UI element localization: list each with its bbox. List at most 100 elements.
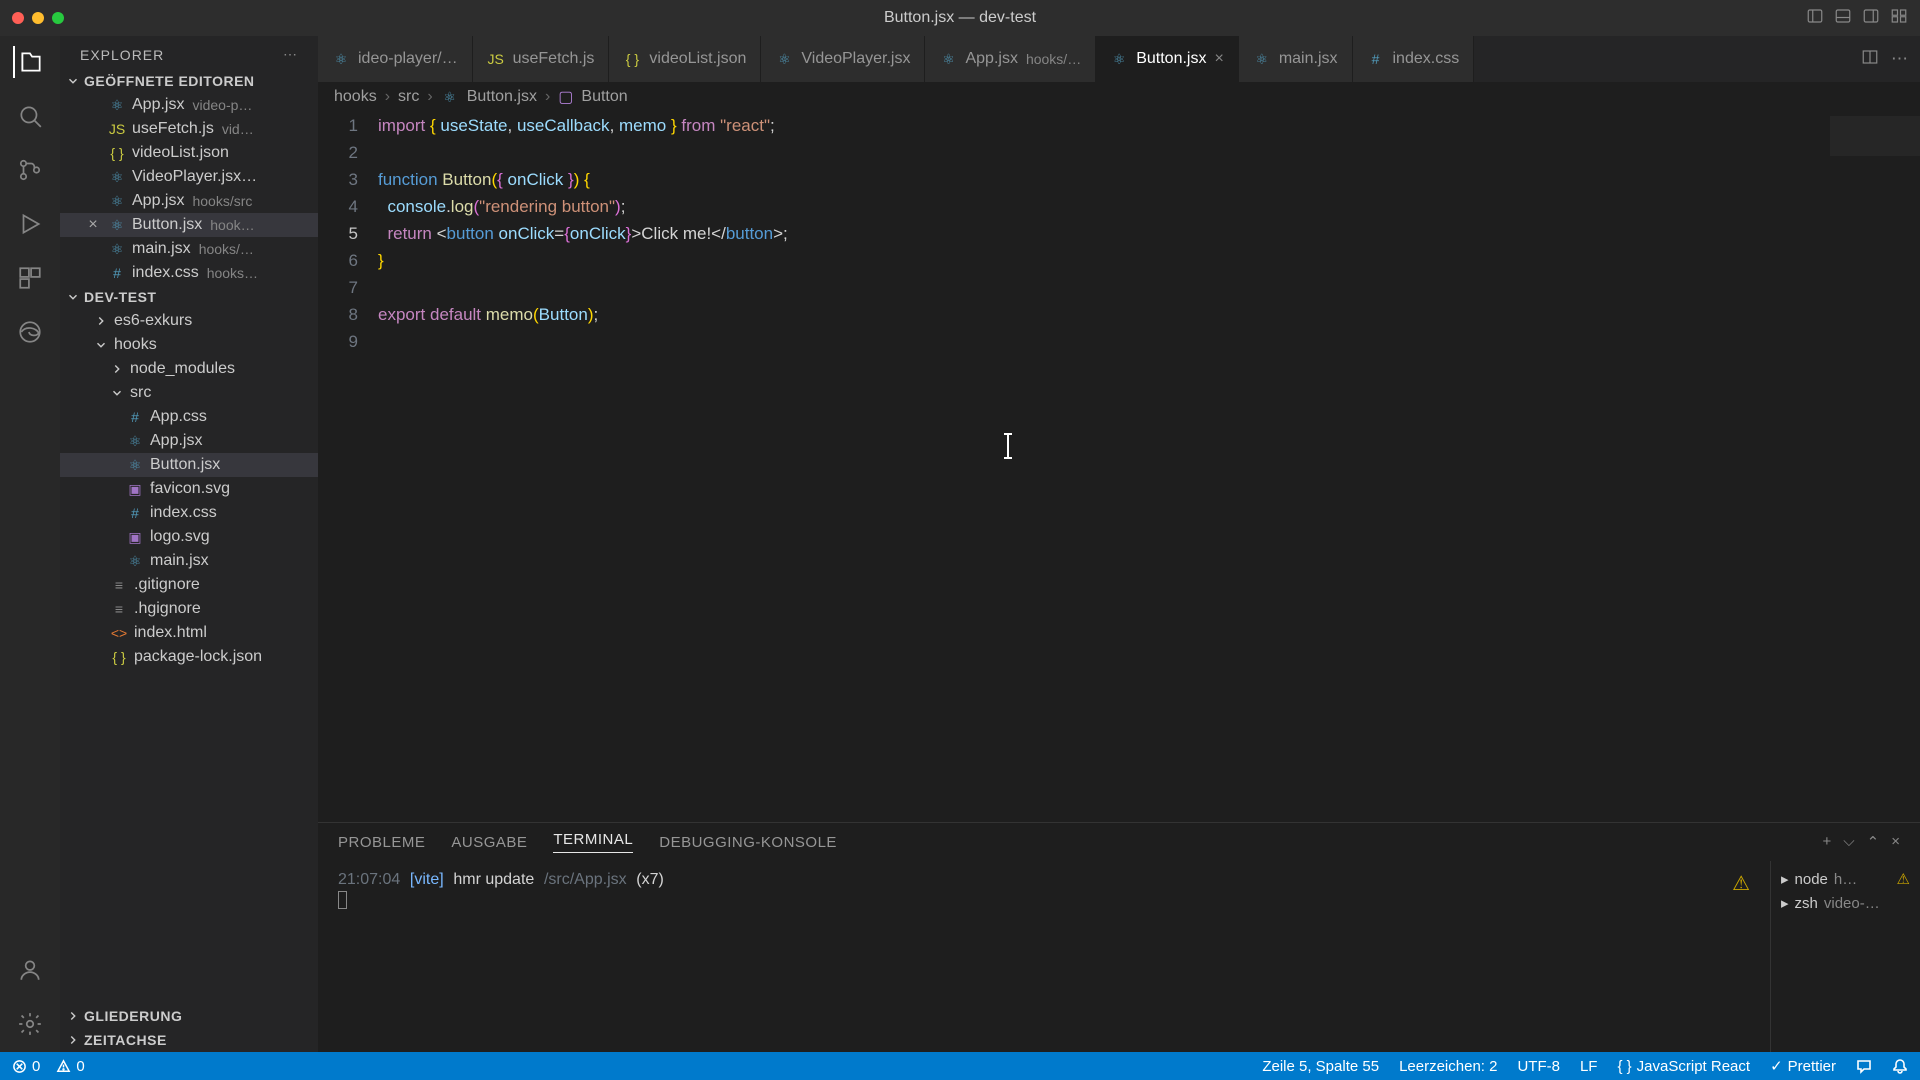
file-item[interactable]: ⚛App.jsx (60, 429, 318, 453)
panel-tab[interactable]: DEBUGGING-KONSOLE (659, 834, 837, 851)
file-item[interactable]: ▣favicon.svg (60, 477, 318, 501)
window-controls (12, 12, 64, 24)
status-cursor-pos[interactable]: Zeile 5, Spalte 55 (1262, 1058, 1379, 1075)
status-eol[interactable]: LF (1580, 1058, 1598, 1075)
layout-grid-icon[interactable] (1890, 7, 1908, 30)
open-editor-item[interactable]: ×⚛Button.jsxhook… (60, 213, 318, 237)
react-icon: ⚛ (1253, 51, 1271, 68)
file-item[interactable]: ⚛Button.jsx (60, 453, 318, 477)
edge-icon[interactable] (14, 316, 46, 348)
open-editor-item[interactable]: { }videoList.json (60, 141, 318, 165)
status-warnings[interactable]: 0 (56, 1058, 84, 1075)
status-indent[interactable]: Leerzeichen: 2 (1399, 1058, 1497, 1075)
file-item[interactable]: ≡.hgignore (60, 597, 318, 621)
timeline-header[interactable]: ZEITACHSE (60, 1028, 318, 1052)
react-icon: ⚛ (441, 89, 459, 106)
split-editor-icon[interactable] (1861, 48, 1879, 71)
open-editor-item[interactable]: #index.csshooks… (60, 261, 318, 285)
more-icon[interactable]: ⋯ (1891, 49, 1908, 69)
file-item[interactable]: ▣logo.svg (60, 525, 318, 549)
status-encoding[interactable]: UTF-8 (1517, 1058, 1560, 1075)
file-item[interactable]: #index.css (60, 501, 318, 525)
close-icon[interactable]: × (84, 216, 102, 234)
search-icon[interactable] (14, 100, 46, 132)
panel-tab[interactable]: TERMINAL (553, 831, 633, 853)
outline-header[interactable]: GLIEDERUNG (60, 1004, 318, 1028)
txt-icon: ≡ (110, 577, 128, 593)
file-item[interactable]: <>index.html (60, 621, 318, 645)
chevron-down-icon (110, 386, 124, 400)
code-editor[interactable]: 123456789 import { useState, useCallback… (318, 112, 1920, 822)
account-icon[interactable] (14, 954, 46, 986)
file-item[interactable]: ≡.gitignore (60, 573, 318, 597)
chevron-right-icon (110, 362, 124, 376)
layout-left-icon[interactable] (1806, 7, 1824, 30)
minimize-window-button[interactable] (32, 12, 44, 24)
editor-tab[interactable]: ⚛App.jsxhooks/… (925, 36, 1096, 82)
react-icon: ⚛ (126, 553, 144, 570)
editor-tab[interactable]: #index.css (1353, 36, 1475, 82)
file-item[interactable]: { }package-lock.json (60, 645, 318, 669)
editor-tab[interactable]: ⚛ideo-player/… (318, 36, 473, 82)
folder-item[interactable]: es6-exkurs (60, 309, 318, 333)
editor-tab[interactable]: ⚛Button.jsx× (1096, 36, 1239, 82)
breadcrumb[interactable]: hooks› src› ⚛ Button.jsx› ▢ Button (318, 82, 1920, 112)
warning-icon[interactable]: ⚠ (1732, 861, 1750, 896)
editor-tab[interactable]: ⚛main.jsx (1239, 36, 1353, 82)
react-icon: ⚛ (108, 97, 126, 114)
explorer-title: EXPLORER (80, 47, 164, 63)
bell-icon[interactable] (1892, 1058, 1908, 1074)
explorer-icon[interactable] (13, 46, 45, 78)
panel-tab[interactable]: PROBLEME (338, 834, 425, 851)
react-icon: ⚛ (108, 217, 126, 234)
layout-right-icon[interactable] (1862, 7, 1880, 30)
editor-tab[interactable]: JSuseFetch.js (473, 36, 610, 82)
source-control-icon[interactable] (14, 154, 46, 186)
extensions-icon[interactable] (14, 262, 46, 294)
minimap[interactable] (1830, 112, 1920, 822)
open-editors-header[interactable]: GEÖFFNETE EDITOREN (60, 69, 318, 93)
maximize-panel-icon[interactable]: ⌃ (1867, 833, 1880, 851)
run-debug-icon[interactable] (14, 208, 46, 240)
folder-item[interactable]: node_modules (60, 357, 318, 381)
json-icon: { } (623, 51, 641, 67)
open-editor-item[interactable]: ⚛VideoPlayer.jsx… (60, 165, 318, 189)
more-icon[interactable]: ⋯ (283, 46, 298, 63)
layout-bottom-icon[interactable] (1834, 7, 1852, 30)
open-editor-item[interactable]: ⚛main.jsxhooks/… (60, 237, 318, 261)
feedback-icon[interactable] (1856, 1058, 1872, 1074)
js-icon: JS (487, 51, 505, 67)
close-window-button[interactable] (12, 12, 24, 24)
terminal-dropdown-icon[interactable]: ⌵ (1843, 833, 1854, 851)
folder-item[interactable]: src (60, 381, 318, 405)
close-icon[interactable]: × (1214, 50, 1223, 68)
terminal-instance[interactable]: ▸zsh video-… (1781, 891, 1910, 915)
editor-tab[interactable]: ⚛VideoPlayer.jsx (761, 36, 925, 82)
open-editor-item[interactable]: ⚛App.jsxhooks/src (60, 189, 318, 213)
react-icon: ⚛ (126, 457, 144, 474)
open-editor-item[interactable]: JSuseFetch.jsvid… (60, 117, 318, 141)
settings-gear-icon[interactable] (14, 1008, 46, 1040)
project-header[interactable]: DEV-TEST (60, 285, 318, 309)
terminal-list: ▸node h…⚠▸zsh video-… (1770, 861, 1920, 1052)
terminal-instance[interactable]: ▸node h…⚠ (1781, 867, 1910, 891)
maximize-window-button[interactable] (52, 12, 64, 24)
svg-icon: ▣ (126, 481, 144, 498)
react-icon: ⚛ (332, 51, 350, 68)
status-prettier[interactable]: ✓ Prettier (1770, 1057, 1836, 1075)
new-terminal-icon[interactable]: + (1823, 833, 1832, 851)
file-item[interactable]: #App.css (60, 405, 318, 429)
status-errors[interactable]: 0 (12, 1058, 40, 1075)
text-cursor-icon (998, 432, 1018, 468)
terminal-output[interactable]: 21:07:04 [vite] hmr update /src/App.jsx … (318, 861, 1732, 1052)
chevron-down-icon (94, 338, 108, 352)
file-item[interactable]: ⚛main.jsx (60, 549, 318, 573)
open-editor-item[interactable]: ⚛App.jsxvideo-p… (60, 93, 318, 117)
panel-tab[interactable]: AUSGABE (451, 834, 527, 851)
react-icon: ⚛ (939, 51, 957, 68)
css-icon: # (126, 505, 144, 521)
status-language[interactable]: { } JavaScript React (1617, 1058, 1750, 1075)
folder-item[interactable]: hooks (60, 333, 318, 357)
editor-tab[interactable]: { }videoList.json (609, 36, 761, 82)
close-panel-icon[interactable]: × (1891, 833, 1900, 851)
